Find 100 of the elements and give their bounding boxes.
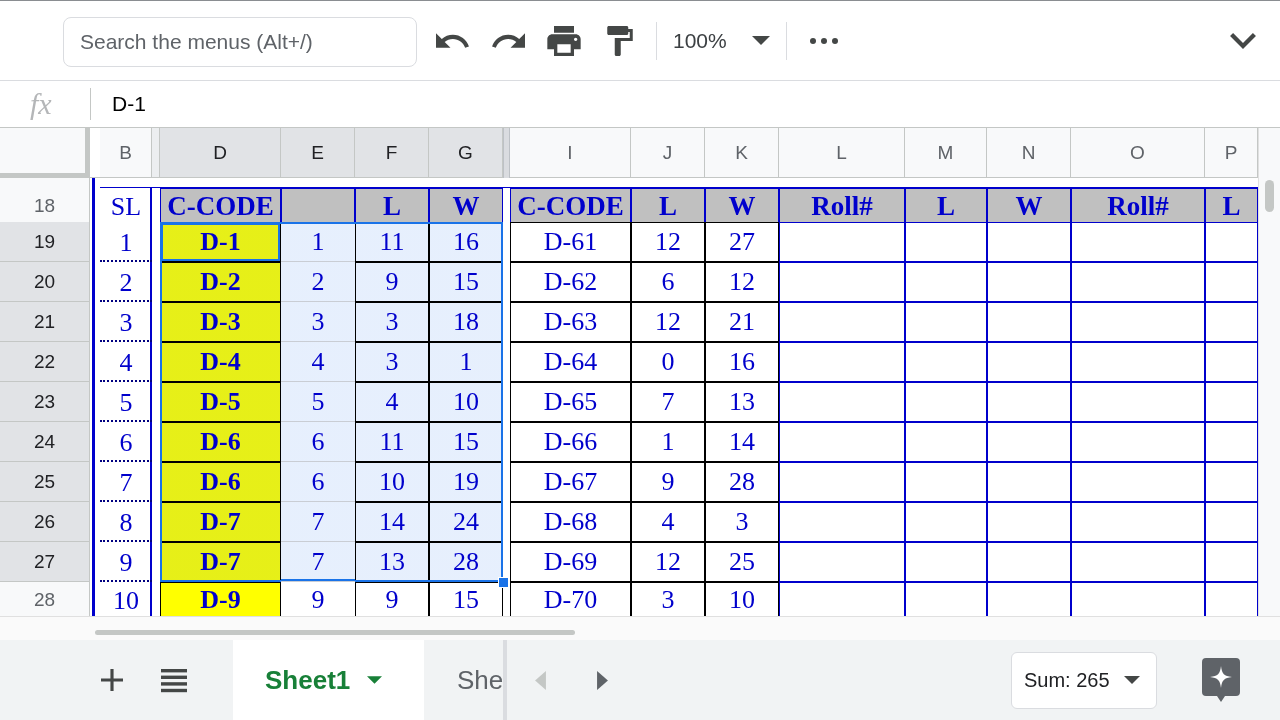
- table-cell[interactable]: 14: [355, 502, 429, 542]
- table-cell[interactable]: D-61: [510, 222, 631, 262]
- column-header[interactable]: B: [100, 128, 152, 178]
- row-header[interactable]: 26: [0, 502, 90, 542]
- table-cell[interactable]: 12: [705, 262, 779, 302]
- column-header[interactable]: F: [355, 128, 429, 178]
- formula-field[interactable]: D-1: [112, 89, 1280, 119]
- table-cell[interactable]: 3: [100, 302, 152, 342]
- column-header[interactable]: G: [429, 128, 503, 178]
- table-cell[interactable]: [905, 462, 987, 502]
- search-field[interactable]: Search the menus (Alt+/): [63, 16, 417, 67]
- column-header[interactable]: N: [987, 128, 1071, 178]
- sum-dropdown[interactable]: Sum: 265: [1011, 651, 1157, 709]
- table-cell[interactable]: 6: [100, 422, 152, 462]
- table-cell[interactable]: 16: [429, 222, 503, 262]
- table-cell[interactable]: [1071, 462, 1205, 502]
- table-cell[interactable]: 6: [281, 422, 355, 462]
- table-cell[interactable]: 4: [631, 502, 705, 542]
- table-cell[interactable]: 15: [429, 262, 503, 302]
- header-cell[interactable]: L: [1205, 188, 1258, 224]
- table-cell[interactable]: D-4: [160, 342, 281, 382]
- table-cell[interactable]: [987, 342, 1071, 382]
- table-cell[interactable]: [779, 382, 905, 422]
- table-cell[interactable]: D-6: [160, 422, 281, 462]
- table-cell[interactable]: [1071, 582, 1205, 616]
- table-cell[interactable]: 9: [355, 582, 429, 616]
- row-header[interactable]: 24: [0, 422, 90, 462]
- table-cell[interactable]: D-6: [160, 462, 281, 502]
- hidden-column-marker[interactable]: [152, 128, 160, 178]
- table-cell[interactable]: 5: [100, 382, 152, 422]
- table-cell[interactable]: 4: [100, 342, 152, 382]
- table-cell[interactable]: [1071, 342, 1205, 382]
- table-cell[interactable]: [987, 302, 1071, 342]
- table-cell[interactable]: [1071, 302, 1205, 342]
- table-cell[interactable]: D-2: [160, 262, 281, 302]
- table-cell[interactable]: D-9: [160, 582, 281, 616]
- table-cell[interactable]: 7: [281, 542, 355, 582]
- header-cell[interactable]: W: [987, 188, 1071, 224]
- table-cell[interactable]: 10: [705, 582, 779, 616]
- column-header[interactable]: J: [631, 128, 705, 178]
- table-cell[interactable]: [1071, 542, 1205, 582]
- table-cell[interactable]: 3: [355, 302, 429, 342]
- horizontal-scrollbar[interactable]: [0, 616, 1280, 640]
- table-cell[interactable]: D-70: [510, 582, 631, 616]
- table-cell[interactable]: [779, 302, 905, 342]
- table-cell[interactable]: [1071, 222, 1205, 262]
- table-cell[interactable]: 19: [429, 462, 503, 502]
- table-cell[interactable]: 9: [100, 542, 152, 582]
- table-cell[interactable]: [779, 342, 905, 382]
- table-cell[interactable]: [987, 542, 1071, 582]
- table-cell[interactable]: 12: [631, 222, 705, 262]
- sheet-tab[interactable]: She: [424, 640, 504, 720]
- explore-button[interactable]: [1202, 658, 1240, 702]
- fill-handle[interactable]: [498, 577, 509, 588]
- row-header[interactable]: 21: [0, 302, 90, 342]
- table-cell[interactable]: 7: [281, 502, 355, 542]
- table-cell[interactable]: 3: [631, 582, 705, 616]
- table-cell[interactable]: 11: [355, 222, 429, 262]
- table-cell[interactable]: D-7: [160, 542, 281, 582]
- column-header[interactable]: E: [281, 128, 355, 178]
- table-cell[interactable]: 3: [281, 302, 355, 342]
- table-cell[interactable]: 28: [705, 462, 779, 502]
- table-cell[interactable]: D-3: [160, 302, 281, 342]
- sheet-tab[interactable]: Sheet1: [233, 640, 424, 720]
- table-cell[interactable]: 10: [355, 462, 429, 502]
- table-cell[interactable]: [779, 502, 905, 542]
- table-cell[interactable]: 6: [631, 262, 705, 302]
- table-cell[interactable]: 7: [100, 462, 152, 502]
- table-cell[interactable]: 7: [631, 382, 705, 422]
- table-cell[interactable]: 15: [429, 582, 503, 616]
- row-header[interactable]: 20: [0, 262, 90, 302]
- table-cell[interactable]: [1205, 422, 1258, 462]
- table-cell[interactable]: 25: [705, 542, 779, 582]
- row-header[interactable]: 27: [0, 542, 90, 582]
- header-cell[interactable]: [281, 188, 355, 224]
- table-cell[interactable]: 16: [705, 342, 779, 382]
- table-cell[interactable]: 1: [429, 342, 503, 382]
- table-cell[interactable]: [779, 542, 905, 582]
- table-cell[interactable]: 13: [355, 542, 429, 582]
- table-cell[interactable]: [779, 422, 905, 462]
- table-cell[interactable]: D-69: [510, 542, 631, 582]
- table-cell[interactable]: D-66: [510, 422, 631, 462]
- table-cell[interactable]: D-67: [510, 462, 631, 502]
- table-cell[interactable]: 9: [631, 462, 705, 502]
- table-cell[interactable]: 18: [429, 302, 503, 342]
- header-cell[interactable]: Roll#: [1071, 188, 1205, 224]
- table-cell[interactable]: D-68: [510, 502, 631, 542]
- table-cell[interactable]: D-1: [160, 222, 281, 262]
- table-cell[interactable]: [1071, 502, 1205, 542]
- header-cell[interactable]: C-CODE: [510, 188, 631, 224]
- table-cell[interactable]: 9: [355, 262, 429, 302]
- table-cell[interactable]: 3: [705, 502, 779, 542]
- table-cell[interactable]: [1205, 342, 1258, 382]
- table-cell[interactable]: 24: [429, 502, 503, 542]
- table-cell[interactable]: 3: [355, 342, 429, 382]
- table-cell[interactable]: [987, 222, 1071, 262]
- table-cell[interactable]: [1071, 262, 1205, 302]
- table-cell[interactable]: [987, 382, 1071, 422]
- table-cell[interactable]: [905, 342, 987, 382]
- header-cell[interactable]: L: [355, 188, 429, 224]
